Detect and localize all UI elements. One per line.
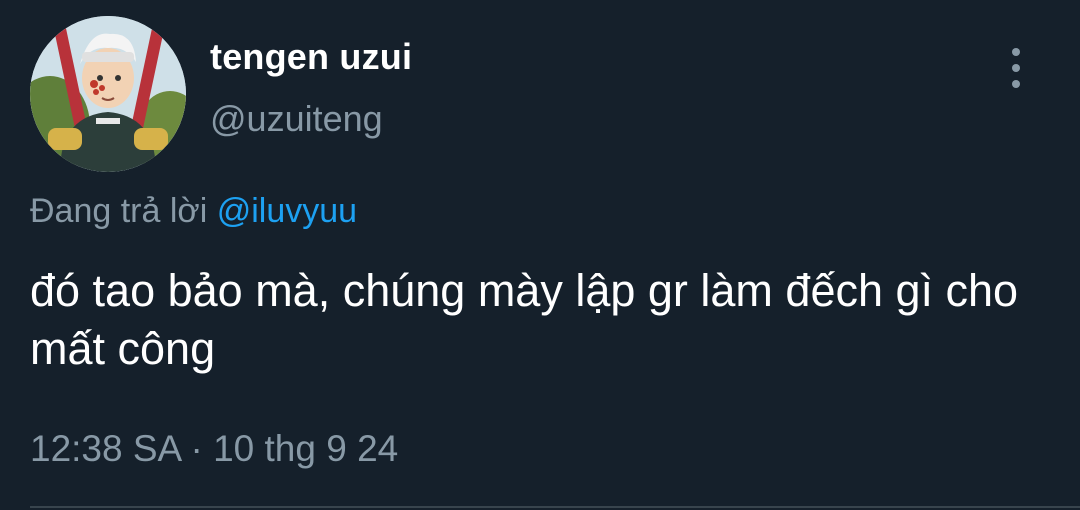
author-display-name[interactable]: tengen uzui [210, 36, 412, 78]
more-vertical-icon[interactable] [1000, 48, 1032, 88]
reply-prefix: Đang trả lời [30, 192, 208, 230]
reply-mention-link[interactable]: @iluvyuu [217, 192, 357, 230]
tweet: tengen uzui @uzuiteng Đang trả lời @iluv… [0, 0, 1080, 510]
replying-to: Đang trả lời @iluvyuu [30, 192, 357, 231]
more-dot [1012, 80, 1020, 88]
tweet-timestamp[interactable]: 12:38 SA · 10 thg 9 24 [30, 428, 398, 470]
more-dot [1012, 48, 1020, 56]
more-dot [1012, 64, 1020, 72]
avatar-image [30, 16, 186, 172]
divider [30, 506, 1080, 508]
tweet-text: đó tao bảo mà, chúng mày lập gr làm đếch… [30, 265, 1019, 374]
author-handle[interactable]: @uzuiteng [210, 98, 383, 140]
avatar[interactable] [30, 16, 186, 172]
